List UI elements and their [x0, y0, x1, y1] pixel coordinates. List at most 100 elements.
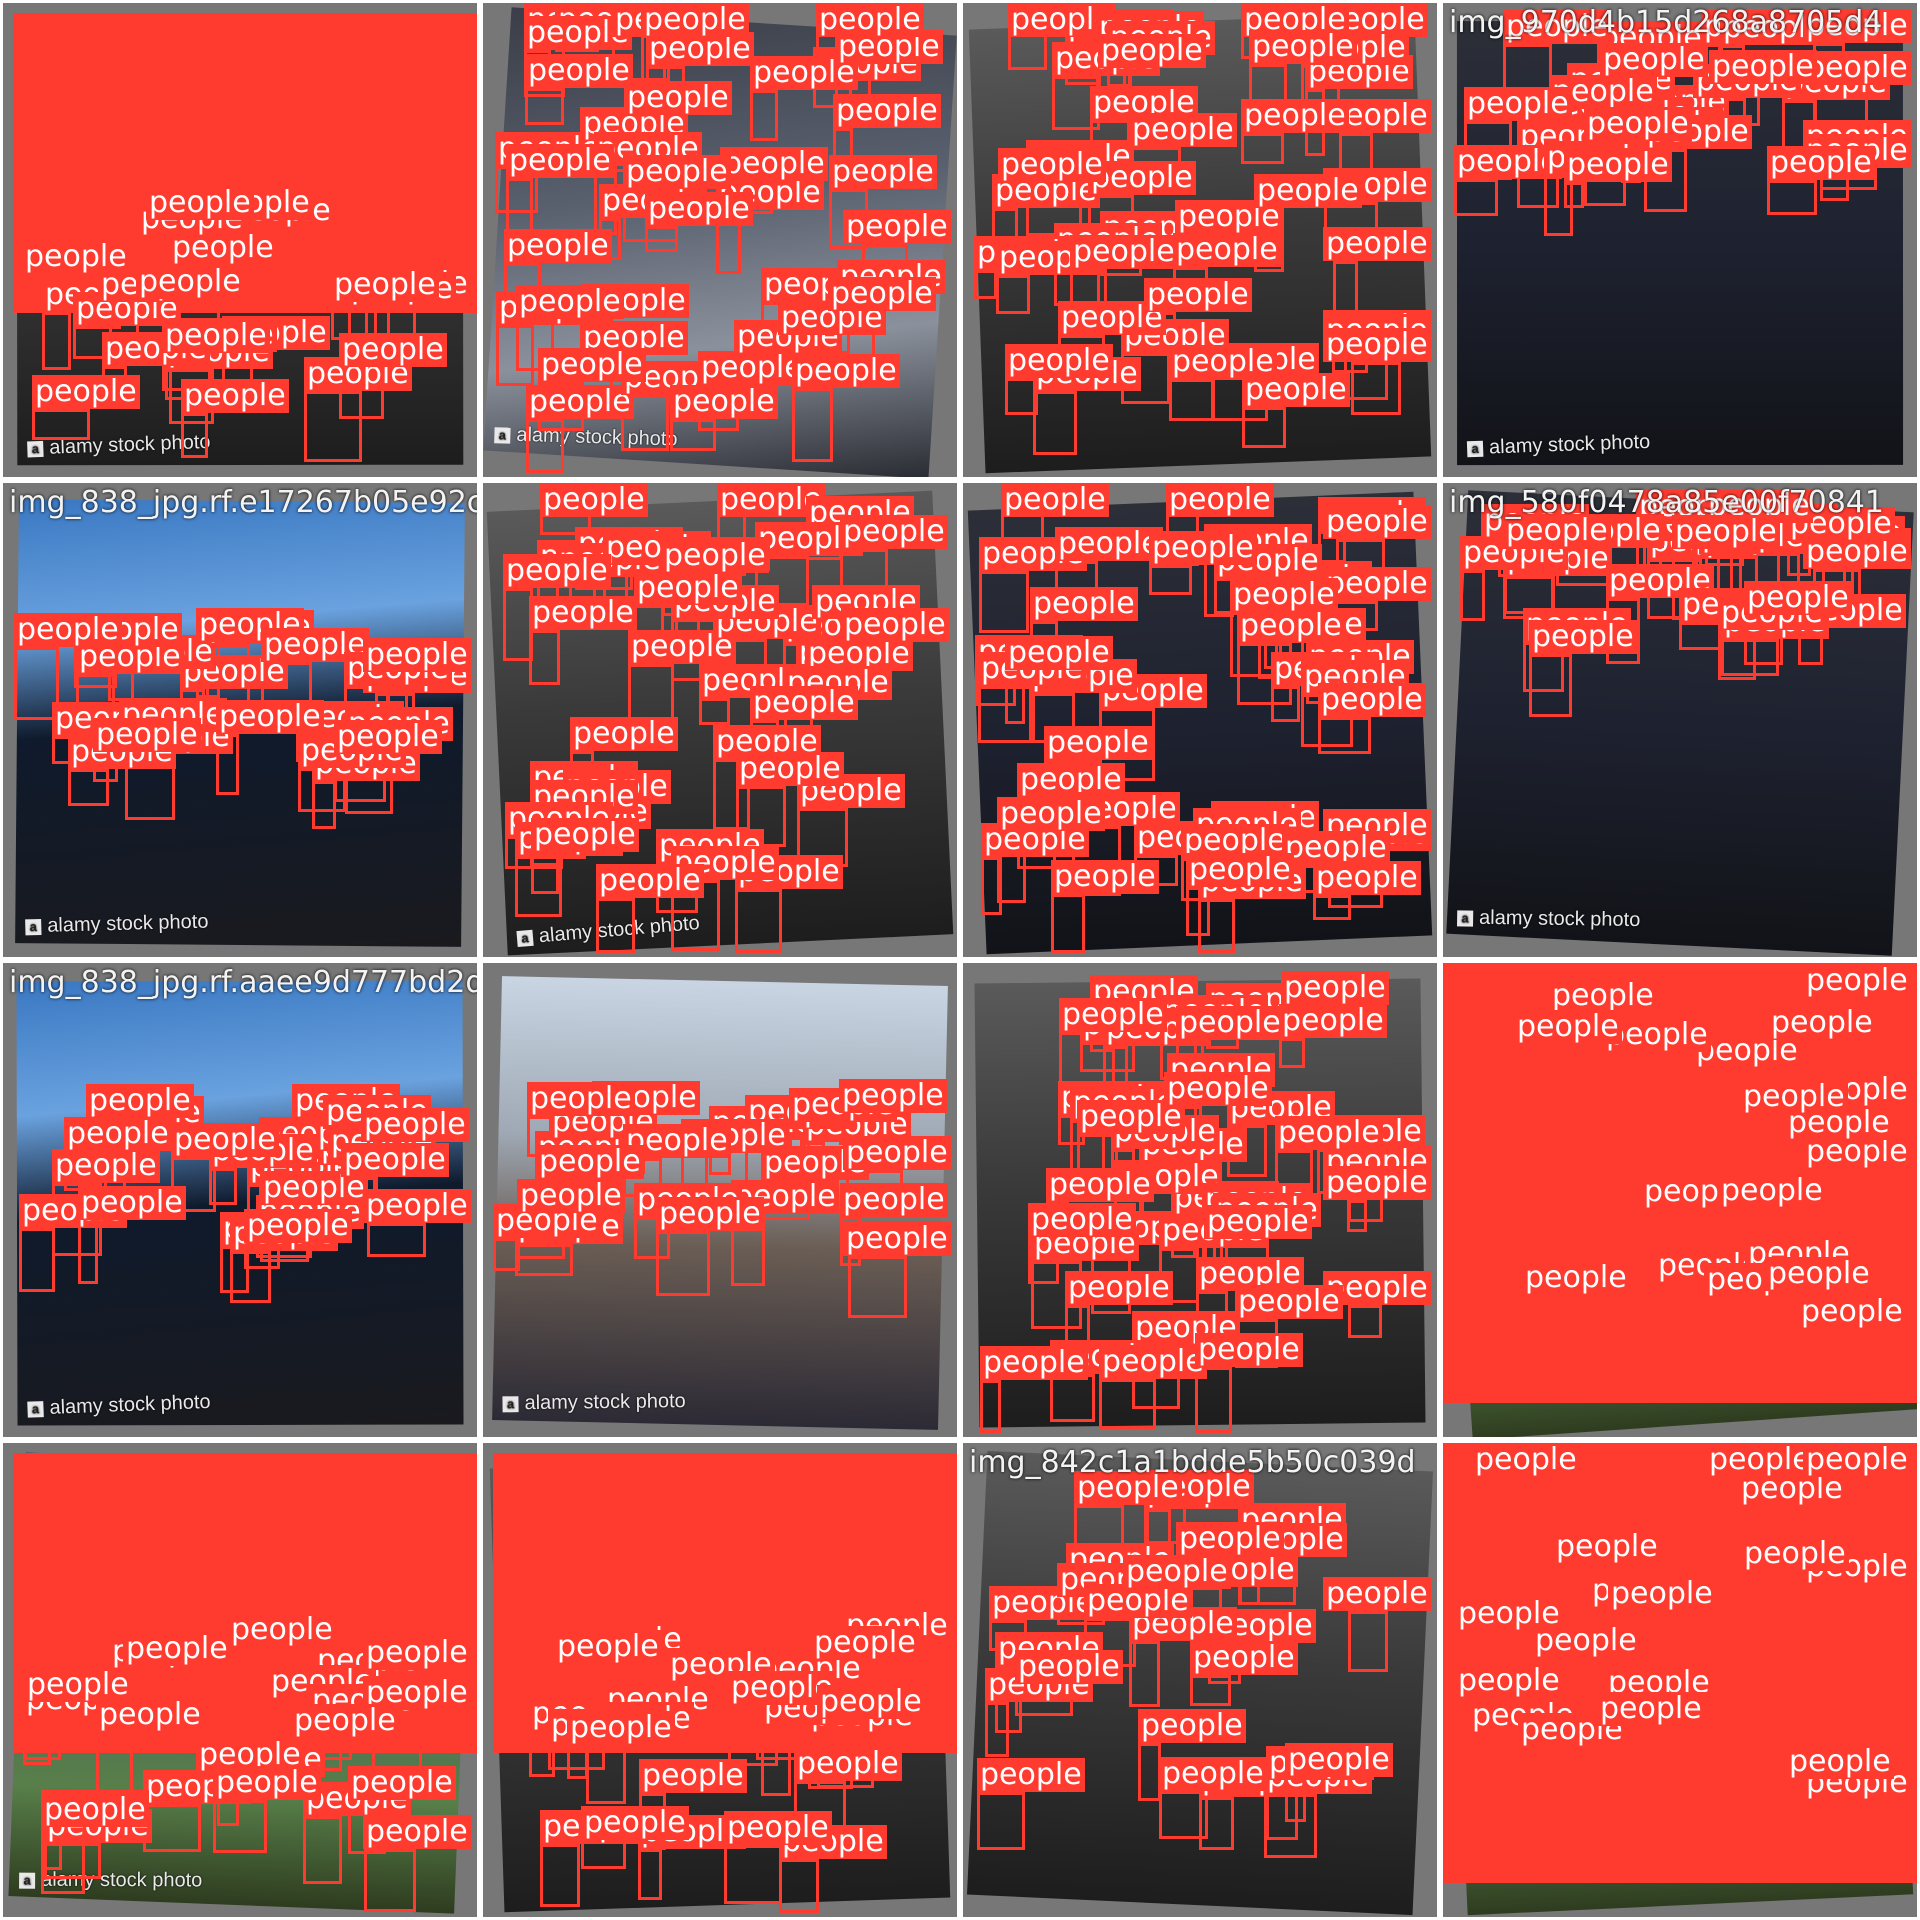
bbox: [78, 1220, 98, 1284]
bbox: [42, 312, 71, 370]
watermark: a alamy stock photo: [1457, 906, 1640, 932]
bbox-label: people: [1584, 107, 1692, 141]
bbox-label: people: [698, 351, 806, 385]
bbox-label: people: [525, 54, 633, 88]
bbox-label: people: [181, 379, 289, 413]
bbox-label: people: [1098, 34, 1206, 68]
bbox: [980, 1380, 1001, 1433]
bbox-label: people: [1030, 587, 1138, 621]
bbox-label: people: [1051, 860, 1159, 894]
bbox-label: people: [363, 1189, 471, 1223]
bbox-label: people: [1549, 979, 1657, 1013]
bbox-label: people: [1803, 964, 1911, 998]
bbox-label: people: [1768, 1006, 1876, 1040]
bbox: [364, 1849, 416, 1912]
bbox: [506, 178, 533, 235]
bbox: [303, 1816, 342, 1884]
bbox-label: people: [1173, 233, 1281, 267]
bbox-label: people: [1765, 1257, 1873, 1291]
bbox-label: people: [1472, 1443, 1580, 1477]
bbox-label: people: [829, 155, 937, 189]
bbox: [974, 270, 997, 299]
bbox: [1279, 1038, 1305, 1068]
bbox-label: people: [828, 277, 936, 311]
bbox-label: people: [1046, 1168, 1154, 1202]
bbox-label: people: [529, 596, 637, 630]
bbox: [750, 90, 778, 141]
bbox: [596, 898, 635, 953]
bbox-label: people: [24, 1668, 132, 1702]
bbox-label: people: [527, 1082, 635, 1116]
bbox: [1564, 182, 1584, 208]
bbox-label: people: [1464, 87, 1572, 121]
tile-filename: img_842c1a1bdde5b50c039d: [969, 1445, 1416, 1480]
bbox-label: people: [1237, 609, 1345, 643]
mosaic-tile: people people people people people people peop…: [480, 1440, 960, 1920]
alamy-logo-icon: a: [1466, 440, 1484, 457]
bbox: [367, 1223, 426, 1257]
bbox-label: people: [1323, 227, 1431, 261]
bbox: [525, 88, 564, 125]
tile-filename: img_838_jpg.rf.e17267b05e92c: [9, 485, 480, 520]
watermark-text: alamy stock photo: [524, 1390, 686, 1415]
mosaic-grid: a alamy stock photo people people people peop…: [0, 0, 1920, 1920]
bbox-label: people: [348, 1766, 456, 1800]
bbox-label: people: [1323, 567, 1431, 601]
mosaic-tile: a alamy stock photo people people people peop…: [0, 1440, 480, 1920]
bbox: [724, 1845, 782, 1904]
bbox-label: people: [516, 285, 624, 319]
alamy-logo-icon: a: [25, 918, 42, 935]
bbox-label: people: [123, 1632, 231, 1666]
bbox-label: people: [736, 752, 844, 786]
bbox-label: people: [1706, 1443, 1814, 1477]
bbox-label: people: [1786, 1745, 1894, 1779]
alamy-logo-icon: a: [27, 440, 44, 457]
bbox: [699, 698, 730, 725]
bbox-label: people: [1164, 1072, 1272, 1106]
bbox-label: people: [526, 385, 634, 419]
bbox: [1348, 1611, 1388, 1672]
bbox-label: people: [792, 354, 900, 388]
bbox-label: people: [581, 1806, 689, 1840]
tile-filename: img_970d4b15d268a8705d4: [1449, 5, 1883, 40]
bbox-label: people: [52, 1149, 160, 1183]
bbox-label: people: [1166, 483, 1274, 517]
bbox: [1138, 1743, 1161, 1801]
bbox-label: people: [1323, 1577, 1431, 1611]
bbox-label: people: [14, 613, 122, 647]
bbox: [1460, 570, 1485, 621]
bbox: [1159, 1791, 1208, 1839]
bbox-label: people: [86, 1084, 194, 1118]
mosaic-tile: people people people people people people peop…: [960, 0, 1440, 480]
bbox-label: people: [1323, 1166, 1431, 1200]
bbox-label: people: [1190, 1641, 1298, 1675]
bbox-label: people: [41, 1793, 149, 1827]
bbox-label: people: [645, 192, 753, 226]
bbox-label: people: [1186, 853, 1294, 887]
bbox-label: people: [1144, 278, 1252, 312]
bbox-label: people: [1285, 1743, 1393, 1777]
bbox-label: people: [363, 1636, 471, 1670]
bbox-label: people: [1204, 1205, 1312, 1239]
bbox-label: people: [1249, 30, 1357, 64]
bbox-label: people: [1159, 1757, 1267, 1791]
bbox-label: people: [171, 1123, 279, 1157]
bbox: [1347, 1200, 1367, 1232]
bbox-label: people: [720, 147, 828, 181]
bbox-label: people: [1522, 1261, 1630, 1295]
bbox-label: people: [980, 1346, 1088, 1380]
bbox: [792, 388, 833, 462]
bbox-label: people: [670, 385, 778, 419]
bbox-label: people: [646, 32, 754, 66]
bbox: [1099, 1379, 1156, 1429]
tile-filename: img_580f0478a85e00f70841: [1449, 485, 1884, 520]
bbox-label: people: [216, 700, 324, 734]
bbox-label: people: [833, 94, 941, 128]
mosaic-tile: a alamy stock photo people people people peop…: [480, 960, 960, 1440]
bbox-label: people: [1015, 1650, 1123, 1684]
bbox-label: people: [724, 1811, 832, 1845]
bbox: [1242, 407, 1286, 448]
mosaic-tile: a alamy stock photo img_838_jpg.rf.e17267b…: [0, 480, 480, 960]
bbox-label: people: [361, 1108, 469, 1142]
mosaic-tile: img_842c1a1bdde5b50c039dpeople people peop…: [960, 1440, 1440, 1920]
